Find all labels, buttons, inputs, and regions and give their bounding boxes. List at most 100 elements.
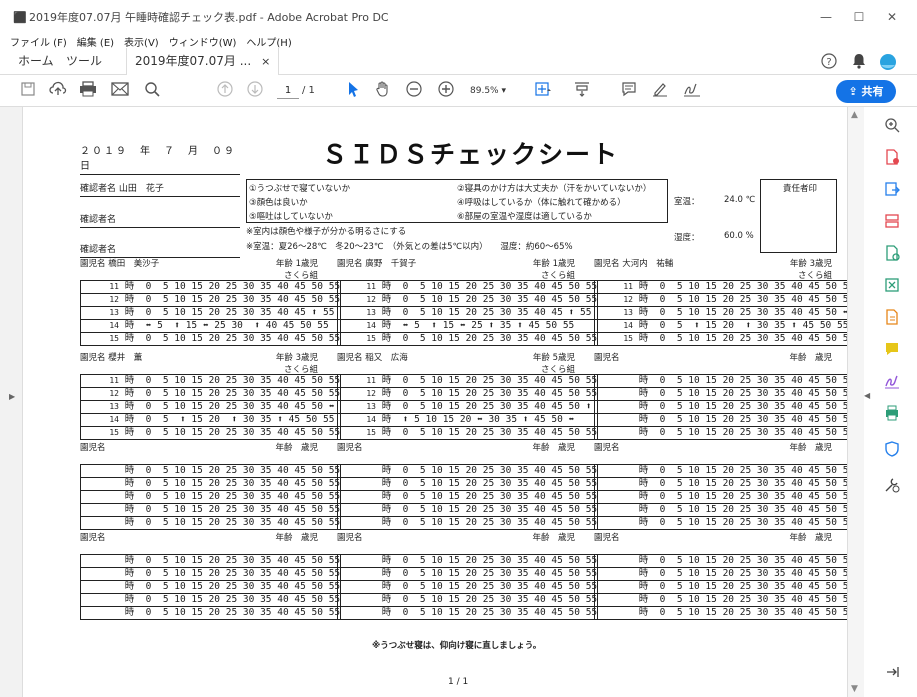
previous-page-icon[interactable] bbox=[215, 81, 235, 101]
check-cell[interactable]: 15 時 0 5 10 15 20 25 30 35 40 45 50 55 bbox=[81, 333, 341, 346]
excel-export-icon[interactable] bbox=[882, 277, 902, 297]
check-cell[interactable]: 時 0 5 10 15 20 25 30 35 40 45 50 55 bbox=[337, 593, 598, 607]
check-cell[interactable]: 15 時 0 5 10 15 20 25 30 35 40 45 50 55 bbox=[338, 333, 598, 346]
check-cell[interactable]: 時 0 5 10 15 20 25 30 35 40 45 50 55 bbox=[594, 580, 847, 594]
menu-file[interactable]: ファイル (F) bbox=[10, 34, 67, 49]
check-cell[interactable]: 15 時 0 5 10 15 20 25 30 35 40 45 50 55 bbox=[338, 427, 598, 440]
collapse-right-pane-icon[interactable]: ◀ bbox=[864, 391, 870, 400]
expand-panel-icon[interactable] bbox=[882, 664, 902, 684]
check-cell[interactable]: 12 時 0 5 10 15 20 25 30 35 40 45 50 55 bbox=[337, 293, 598, 307]
check-cell[interactable]: 時 0 5 10 15 20 25 30 35 40 45 50 55 bbox=[80, 464, 341, 478]
comment-tool-icon[interactable] bbox=[882, 341, 902, 361]
check-cell[interactable]: 11 時 0 5 10 15 20 25 30 35 40 45 50 55 bbox=[80, 374, 341, 388]
share-button[interactable]: ⇪ 共有 bbox=[836, 80, 896, 103]
check-cell[interactable]: 15 時 0 5 10 15 20 25 30 35 40 45 50 55 bbox=[595, 333, 847, 346]
next-page-icon[interactable] bbox=[245, 81, 265, 101]
tab-home[interactable]: ホーム bbox=[18, 48, 54, 75]
export-pdf-icon[interactable] bbox=[882, 181, 902, 201]
check-cell[interactable]: 14 時 ⬆ 5 10 15 20 ⬌ 30 35 ⬆ 45 50 ⬌ bbox=[337, 413, 598, 427]
help-icon[interactable]: ? bbox=[820, 53, 837, 70]
check-cell[interactable]: 14 時 0 5 ⬆ 15 20 ⬆ 30 35 ⬆ 45 50 55 bbox=[80, 413, 341, 427]
check-cell[interactable]: 14 時 ⬌ 5 ⬆ 15 ⬌ 25 ⬆ 35 ⬆ 45 50 55 bbox=[337, 319, 598, 333]
minimize-button[interactable]: — bbox=[818, 9, 834, 25]
account-avatar-icon[interactable] bbox=[879, 53, 896, 70]
create-pdf-icon[interactable] bbox=[882, 149, 902, 169]
check-cell[interactable]: 時 0 5 10 15 20 25 30 35 40 45 50 55 bbox=[594, 387, 847, 401]
check-cell[interactable]: 時 0 5 10 15 20 25 30 35 40 45 50 55 bbox=[594, 374, 847, 388]
close-button[interactable]: ✕ bbox=[884, 9, 900, 25]
check-cell[interactable]: 時 0 5 10 15 20 25 30 35 40 45 50 55 bbox=[594, 554, 847, 568]
check-cell[interactable]: 12 時 0 5 10 15 20 25 30 35 40 45 50 55 bbox=[80, 293, 341, 307]
check-cell[interactable]: 時 0 5 10 15 20 25 30 35 40 45 50 55 bbox=[337, 554, 598, 568]
check-cell[interactable]: 時 0 5 10 15 20 25 30 35 40 45 50 55 bbox=[337, 477, 598, 491]
check-cell[interactable]: 12 時 0 5 10 15 20 25 30 35 40 45 50 55 bbox=[80, 387, 341, 401]
check-cell[interactable]: 時 0 5 10 15 20 25 30 35 40 45 50 55 bbox=[80, 477, 341, 491]
fill-sign-icon[interactable] bbox=[882, 373, 902, 393]
check-cell[interactable]: 時 0 5 10 15 20 25 30 35 40 45 50 55 bbox=[595, 427, 847, 440]
vertical-scrollbar[interactable]: ▲ ▼ bbox=[847, 107, 864, 697]
comment-icon[interactable] bbox=[619, 81, 639, 101]
scroll-up-icon[interactable]: ▲ bbox=[851, 110, 858, 120]
fit-page-icon[interactable] bbox=[533, 81, 553, 101]
check-cell[interactable]: 時 0 5 10 15 20 25 30 35 40 45 50 55 bbox=[594, 477, 847, 491]
check-cell[interactable]: 時 0 5 10 15 20 25 30 35 40 45 50 55 bbox=[594, 413, 847, 427]
check-cell[interactable]: 時 0 5 10 15 20 25 30 35 40 45 50 55 bbox=[337, 503, 598, 517]
zoom-in-icon[interactable] bbox=[436, 81, 456, 101]
zoom-tool-icon[interactable] bbox=[882, 117, 902, 137]
menu-window[interactable]: ウィンドウ(W) bbox=[169, 34, 237, 49]
check-cell[interactable]: 時 0 5 10 15 20 25 30 35 40 45 50 55 bbox=[594, 593, 847, 607]
hand-tool-icon[interactable] bbox=[373, 81, 393, 101]
print-icon[interactable] bbox=[78, 81, 98, 101]
check-cell[interactable]: 時 0 5 10 15 20 25 30 35 40 45 50 55 bbox=[80, 554, 341, 568]
zoom-out-icon[interactable] bbox=[404, 81, 424, 101]
tab-tools[interactable]: ツール bbox=[66, 48, 102, 75]
check-cell[interactable]: 14 時 ⬌ 5 ⬆ 15 ⬌ 25 30 ⬆ 40 45 50 55 bbox=[80, 319, 341, 333]
check-cell[interactable]: 11 時 0 5 10 15 20 25 30 35 40 45 50 55 bbox=[337, 280, 598, 294]
tab-close-icon[interactable]: × bbox=[261, 55, 270, 68]
check-cell[interactable]: 11 時 0 5 10 15 20 25 30 35 40 45 50 55 bbox=[594, 280, 847, 294]
check-cell[interactable]: 時 0 5 10 15 20 25 30 35 40 45 50 55 bbox=[595, 607, 847, 620]
email-icon[interactable] bbox=[110, 81, 130, 101]
document-view[interactable]: ２０１９ 年 ７ 月 ０９ 日 ＳＩＤＳチェックシート 確認者名 山田 花子 確… bbox=[23, 107, 847, 697]
check-cell[interactable]: 11 時 0 5 10 15 20 25 30 35 40 45 50 55 bbox=[337, 374, 598, 388]
check-cell[interactable]: 13 時 0 5 10 15 20 25 30 35 40 45 50 ⬆ bbox=[337, 400, 598, 414]
upload-cloud-icon[interactable] bbox=[48, 81, 68, 101]
menu-help[interactable]: ヘルプ(H) bbox=[246, 34, 291, 49]
check-cell[interactable]: 12 時 0 5 10 15 20 25 30 35 40 45 50 55 bbox=[337, 387, 598, 401]
check-cell[interactable]: 時 0 5 10 15 20 25 30 35 40 45 50 55 bbox=[594, 567, 847, 581]
check-cell[interactable]: 時 0 5 10 15 20 25 30 35 40 45 50 55 bbox=[80, 580, 341, 594]
protect-shield-icon[interactable] bbox=[882, 441, 902, 461]
check-cell[interactable]: 13 時 0 5 10 15 20 25 30 35 40 45 50 ⬌ bbox=[80, 400, 341, 414]
check-cell[interactable]: 時 0 5 10 15 20 25 30 35 40 45 50 55 bbox=[337, 580, 598, 594]
scroll-down-icon[interactable]: ▼ bbox=[851, 684, 858, 694]
search-icon[interactable] bbox=[142, 81, 162, 101]
check-cell[interactable]: 15 時 0 5 10 15 20 25 30 35 40 45 50 55 bbox=[81, 427, 341, 440]
more-tools-icon[interactable] bbox=[882, 477, 902, 497]
check-cell[interactable]: 時 0 5 10 15 20 25 30 35 40 45 50 55 bbox=[338, 607, 598, 620]
zoom-level-select[interactable]: 89.5% ▾ bbox=[470, 83, 516, 99]
check-cell[interactable]: 12 時 0 5 10 15 20 25 30 35 40 45 50 55 bbox=[594, 293, 847, 307]
fill-form-icon[interactable] bbox=[882, 309, 902, 329]
check-cell[interactable]: 時 0 5 10 15 20 25 30 35 40 45 50 55 bbox=[338, 517, 598, 530]
check-cell[interactable]: 時 0 5 10 15 20 25 30 35 40 45 50 55 bbox=[80, 503, 341, 517]
check-cell[interactable]: 時 0 5 10 15 20 25 30 35 40 45 50 55 bbox=[337, 567, 598, 581]
check-cell[interactable]: 時 0 5 10 15 20 25 30 35 40 45 50 55 bbox=[595, 517, 847, 530]
check-cell[interactable]: 時 0 5 10 15 20 25 30 35 40 45 50 55 bbox=[80, 593, 341, 607]
sign-icon[interactable] bbox=[682, 81, 702, 101]
check-cell[interactable]: 時 0 5 10 15 20 25 30 35 40 45 50 55 bbox=[81, 607, 341, 620]
check-cell[interactable]: 11 時 0 5 10 15 20 25 30 35 40 45 50 55 bbox=[80, 280, 341, 294]
check-cell[interactable]: 時 0 5 10 15 20 25 30 35 40 45 50 55 bbox=[594, 464, 847, 478]
page-number-input[interactable]: 1 bbox=[277, 83, 299, 99]
organize-pages-icon[interactable] bbox=[882, 213, 902, 233]
highlight-pen-icon[interactable] bbox=[650, 81, 670, 101]
check-cell[interactable]: 時 0 5 10 15 20 25 30 35 40 45 50 55 bbox=[594, 490, 847, 504]
notification-bell-icon[interactable] bbox=[850, 53, 867, 70]
check-cell[interactable]: 時 0 5 10 15 20 25 30 35 40 45 50 55 bbox=[80, 490, 341, 504]
print-production-icon[interactable] bbox=[882, 405, 902, 425]
check-cell[interactable]: 時 0 5 10 15 20 25 30 35 40 45 50 55 bbox=[81, 517, 341, 530]
menu-view[interactable]: 表示(V) bbox=[124, 34, 159, 49]
select-cursor-icon[interactable] bbox=[343, 81, 363, 101]
check-cell[interactable]: 時 0 5 10 15 20 25 30 35 40 45 50 55 bbox=[594, 400, 847, 414]
check-cell[interactable]: 時 0 5 10 15 20 25 30 35 40 45 50 55 bbox=[337, 464, 598, 478]
check-cell[interactable]: 13 時 0 5 10 15 20 25 30 35 40 45 ⬆ 55 bbox=[337, 306, 598, 320]
